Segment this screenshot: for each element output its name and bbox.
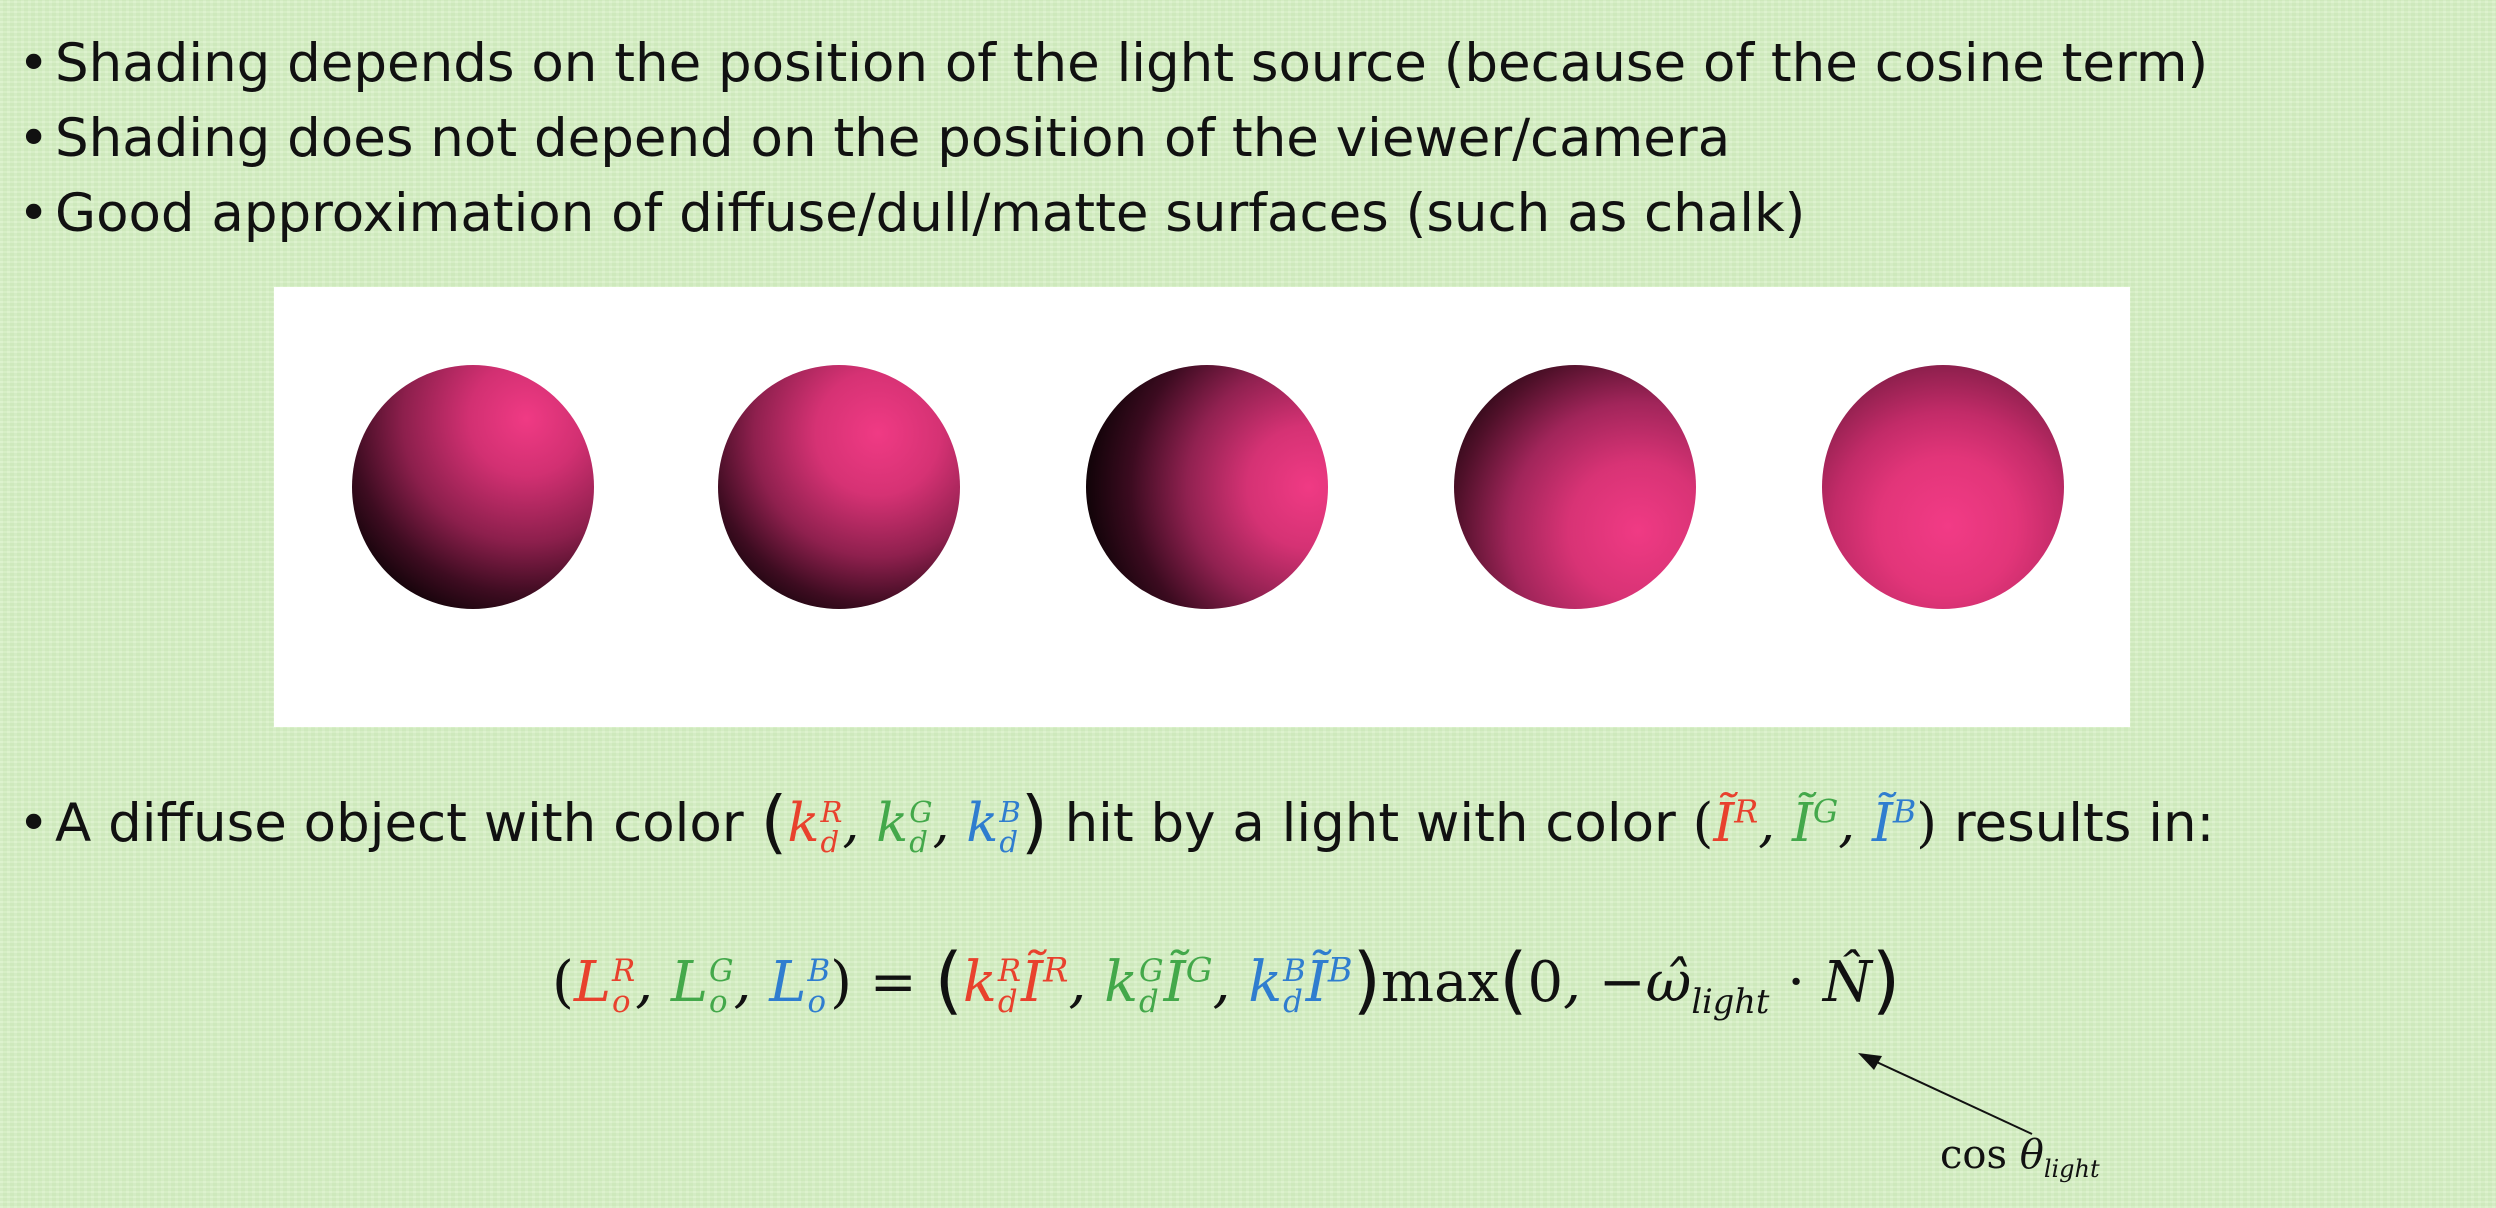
cosine-arrow bbox=[1858, 1053, 2033, 1135]
cosine-label: cos θlight bbox=[1940, 1132, 2100, 1183]
